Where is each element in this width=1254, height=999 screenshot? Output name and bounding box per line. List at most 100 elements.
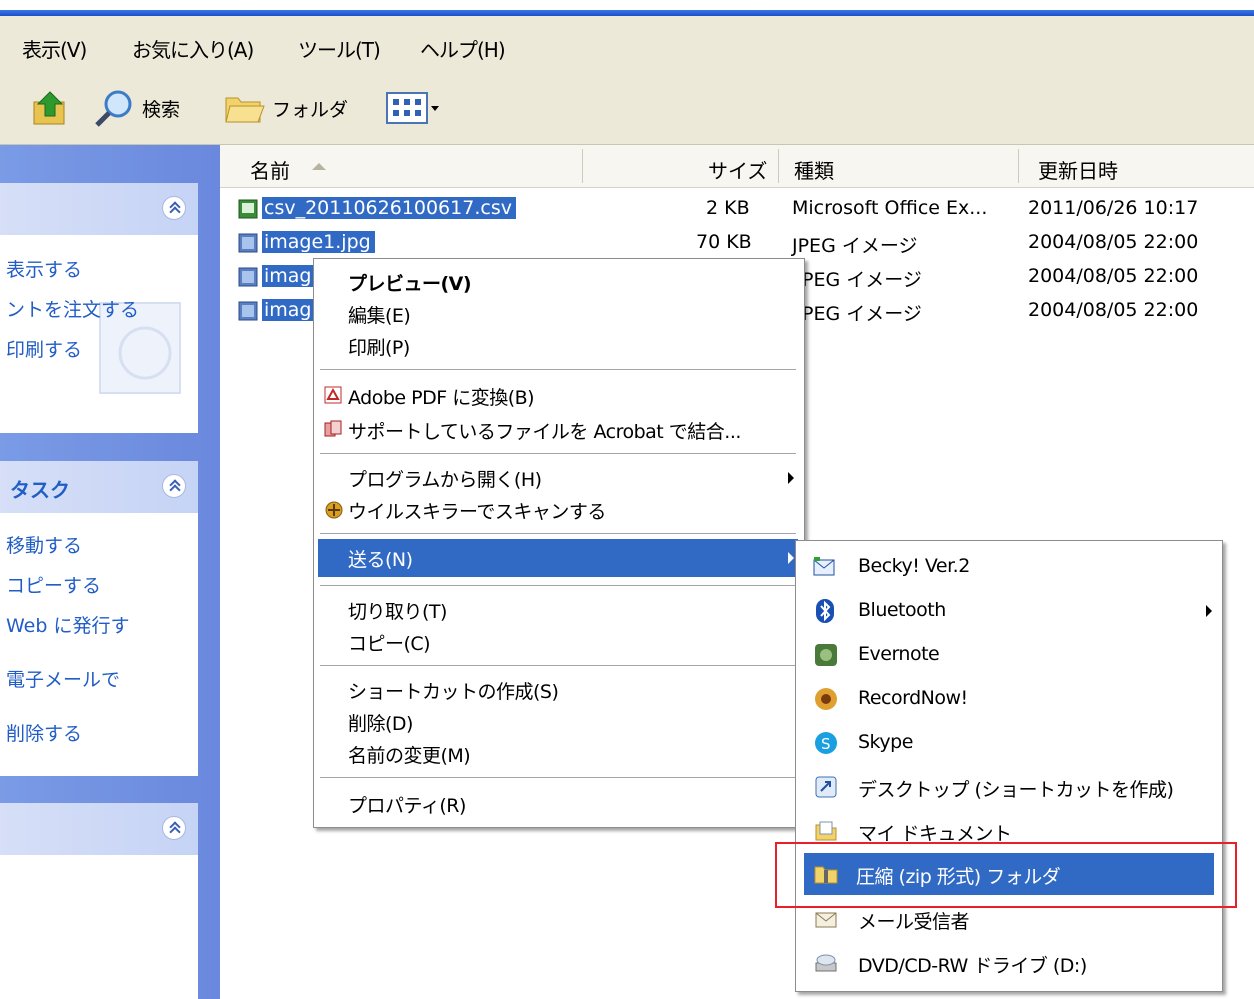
menu-favorites[interactable]: お気に入り(A) xyxy=(132,34,254,63)
panel-header xyxy=(0,183,198,235)
skype-icon: S xyxy=(815,732,837,754)
menu-item-virus-scan[interactable]: ウイルスキラーでスキャンする xyxy=(348,497,606,524)
menu-item-open-with[interactable]: プログラムから開く(H) xyxy=(348,465,542,492)
file-size: 70 KB xyxy=(696,231,752,253)
adobe-pdf-icon xyxy=(324,386,342,404)
sendto-recordnow[interactable]: RecordNow! xyxy=(858,687,968,709)
menu-item-send-to-label: 送る(N) xyxy=(348,549,413,571)
menu-item-acrobat-combine[interactable]: サポートしているファイルを Acrobat で結合... xyxy=(348,417,741,444)
task-link-print[interactable]: 印刷する xyxy=(6,335,82,362)
collapse-chevron-icon[interactable] xyxy=(162,196,186,220)
task-link-copy[interactable]: コピーする xyxy=(6,571,101,598)
evernote-icon xyxy=(815,644,837,666)
file-name: image1.jpg xyxy=(262,231,375,253)
task-link-move[interactable]: 移動する xyxy=(6,531,82,558)
other-places-panel xyxy=(0,803,198,999)
sort-ascending-icon xyxy=(312,163,326,170)
sendto-mail-recipient[interactable]: メール受信者 xyxy=(858,907,970,934)
file-type: PEG イメージ xyxy=(802,303,922,325)
panel-title: タスク xyxy=(10,478,70,502)
task-pane: 表示する ントを注文する 印刷する タスク 移動する コピーする Web に発行… xyxy=(0,145,220,999)
desktop-shortcut-icon xyxy=(815,776,837,798)
search-icon xyxy=(95,90,132,127)
bluetooth-icon xyxy=(816,599,834,623)
my-documents-icon xyxy=(815,821,837,841)
recordnow-icon xyxy=(815,688,837,710)
folders-button[interactable]: フォルダ xyxy=(222,88,348,128)
folders-label: フォルダ xyxy=(272,98,349,121)
folder-icon xyxy=(225,97,265,123)
menu-item-convert-pdf[interactable]: Adobe PDF に変換(B) xyxy=(348,383,535,410)
submenu-arrow-icon xyxy=(788,552,794,564)
search-button[interactable]: 検索 xyxy=(92,88,180,128)
file-type: PEG イメージ xyxy=(802,269,922,291)
sendto-evernote[interactable]: Evernote xyxy=(858,643,940,665)
file-modified: 2011/06/26 10:17 xyxy=(1028,197,1199,219)
collapse-chevron-icon[interactable] xyxy=(162,816,186,840)
menu-item-edit[interactable]: 編集(E) xyxy=(348,301,411,328)
task-link-email[interactable]: 電子メールで xyxy=(6,665,120,692)
csv-file-icon xyxy=(238,199,258,219)
menu-item-cut[interactable]: 切り取り(T) xyxy=(348,597,447,624)
task-link-publish-web[interactable]: Web に発行す xyxy=(6,611,129,638)
image-file-icon xyxy=(238,301,258,321)
menu-item-print[interactable]: 印刷(P) xyxy=(348,333,410,360)
column-size[interactable]: サイズ xyxy=(708,155,767,184)
sendto-skype[interactable]: Skype xyxy=(858,731,913,753)
panel-header xyxy=(0,803,198,855)
submenu-arrow-icon xyxy=(1206,605,1212,617)
acrobat-combine-icon xyxy=(324,420,342,437)
column-name[interactable]: 名前 xyxy=(250,155,290,184)
file-type: JPEG イメージ xyxy=(792,235,918,257)
file-row[interactable]: image1.jpg 70 KB JPEG イメージ 2004/08/05 22… xyxy=(220,229,1254,259)
file-modified: 2004/08/05 22:00 xyxy=(1028,299,1199,321)
menu-item-create-shortcut[interactable]: ショートカットの作成(S) xyxy=(348,677,559,704)
becky-mail-icon xyxy=(813,557,835,576)
column-modified[interactable]: 更新日時 xyxy=(1038,155,1118,184)
sendto-desktop[interactable]: デスクトップ (ショートカットを作成) xyxy=(858,775,1174,802)
up-folder-icon xyxy=(33,91,65,125)
views-button[interactable] xyxy=(384,88,442,128)
highlight-annotation-box xyxy=(775,842,1237,908)
dvd-drive-icon xyxy=(815,954,837,972)
sendto-dvd-drive[interactable]: DVD/CD-RW ドライブ (D:) xyxy=(858,951,1087,978)
column-header-bar: 名前 サイズ 種類 更新日時 xyxy=(220,145,1254,188)
image-file-icon xyxy=(238,267,258,287)
views-icon xyxy=(386,92,439,124)
menu-item-delete[interactable]: 削除(D) xyxy=(348,709,413,736)
menu-item-send-to[interactable]: 送る(N) xyxy=(318,539,798,577)
up-folder-button[interactable] xyxy=(30,88,70,128)
task-link-order-prints[interactable]: ントを注文する xyxy=(6,295,139,322)
task-link-delete[interactable]: 削除する xyxy=(6,719,82,746)
menu-bar: 表示(V) お気に入り(A) ツール(T) ヘルプ(H) xyxy=(0,16,1254,75)
file-type: Microsoft Office Ex... xyxy=(792,197,988,219)
sendto-bluetooth[interactable]: Bluetooth xyxy=(858,599,946,621)
file-modified: 2004/08/05 22:00 xyxy=(1028,231,1199,253)
image-file-icon xyxy=(238,233,258,253)
file-modified: 2004/08/05 22:00 xyxy=(1028,265,1199,287)
mail-recipient-icon xyxy=(815,912,837,928)
menu-item-preview[interactable]: プレビュー(V) xyxy=(348,269,472,296)
file-name: imag xyxy=(262,265,316,287)
collapse-chevron-icon[interactable] xyxy=(162,474,186,498)
file-size: 2 KB xyxy=(706,197,750,219)
menu-item-rename[interactable]: 名前の変更(M) xyxy=(348,741,471,768)
file-name: imag xyxy=(262,299,316,321)
send-to-submenu: Becky! Ver.2 Bluetooth Evernote RecordNo… xyxy=(795,540,1223,992)
menu-item-properties[interactable]: プロパティ(R) xyxy=(348,791,466,818)
sendto-becky[interactable]: Becky! Ver.2 xyxy=(858,555,970,577)
column-type[interactable]: 種類 xyxy=(794,155,834,184)
file-name: csv_20110626100617.csv xyxy=(262,197,516,219)
menu-help[interactable]: ヘルプ(H) xyxy=(420,34,506,63)
menu-tools[interactable]: ツール(T) xyxy=(298,34,381,63)
menu-view[interactable]: 表示(V) xyxy=(22,34,87,63)
search-label: 検索 xyxy=(142,98,181,121)
menu-item-copy[interactable]: コピー(C) xyxy=(348,629,431,656)
panel-header: タスク xyxy=(0,461,198,513)
context-menu: プレビュー(V) 編集(E) 印刷(P) Adobe PDF に変換(B) サポ… xyxy=(313,258,805,828)
svg-text:S: S xyxy=(821,735,831,753)
file-row[interactable]: csv_20110626100617.csv 2 KB Microsoft Of… xyxy=(220,195,1254,225)
task-link-view[interactable]: 表示する xyxy=(6,255,82,282)
window-title-bar xyxy=(0,0,1254,16)
file-tasks-panel: タスク 移動する コピーする Web に発行す 電子メールで 削除する xyxy=(0,461,198,776)
